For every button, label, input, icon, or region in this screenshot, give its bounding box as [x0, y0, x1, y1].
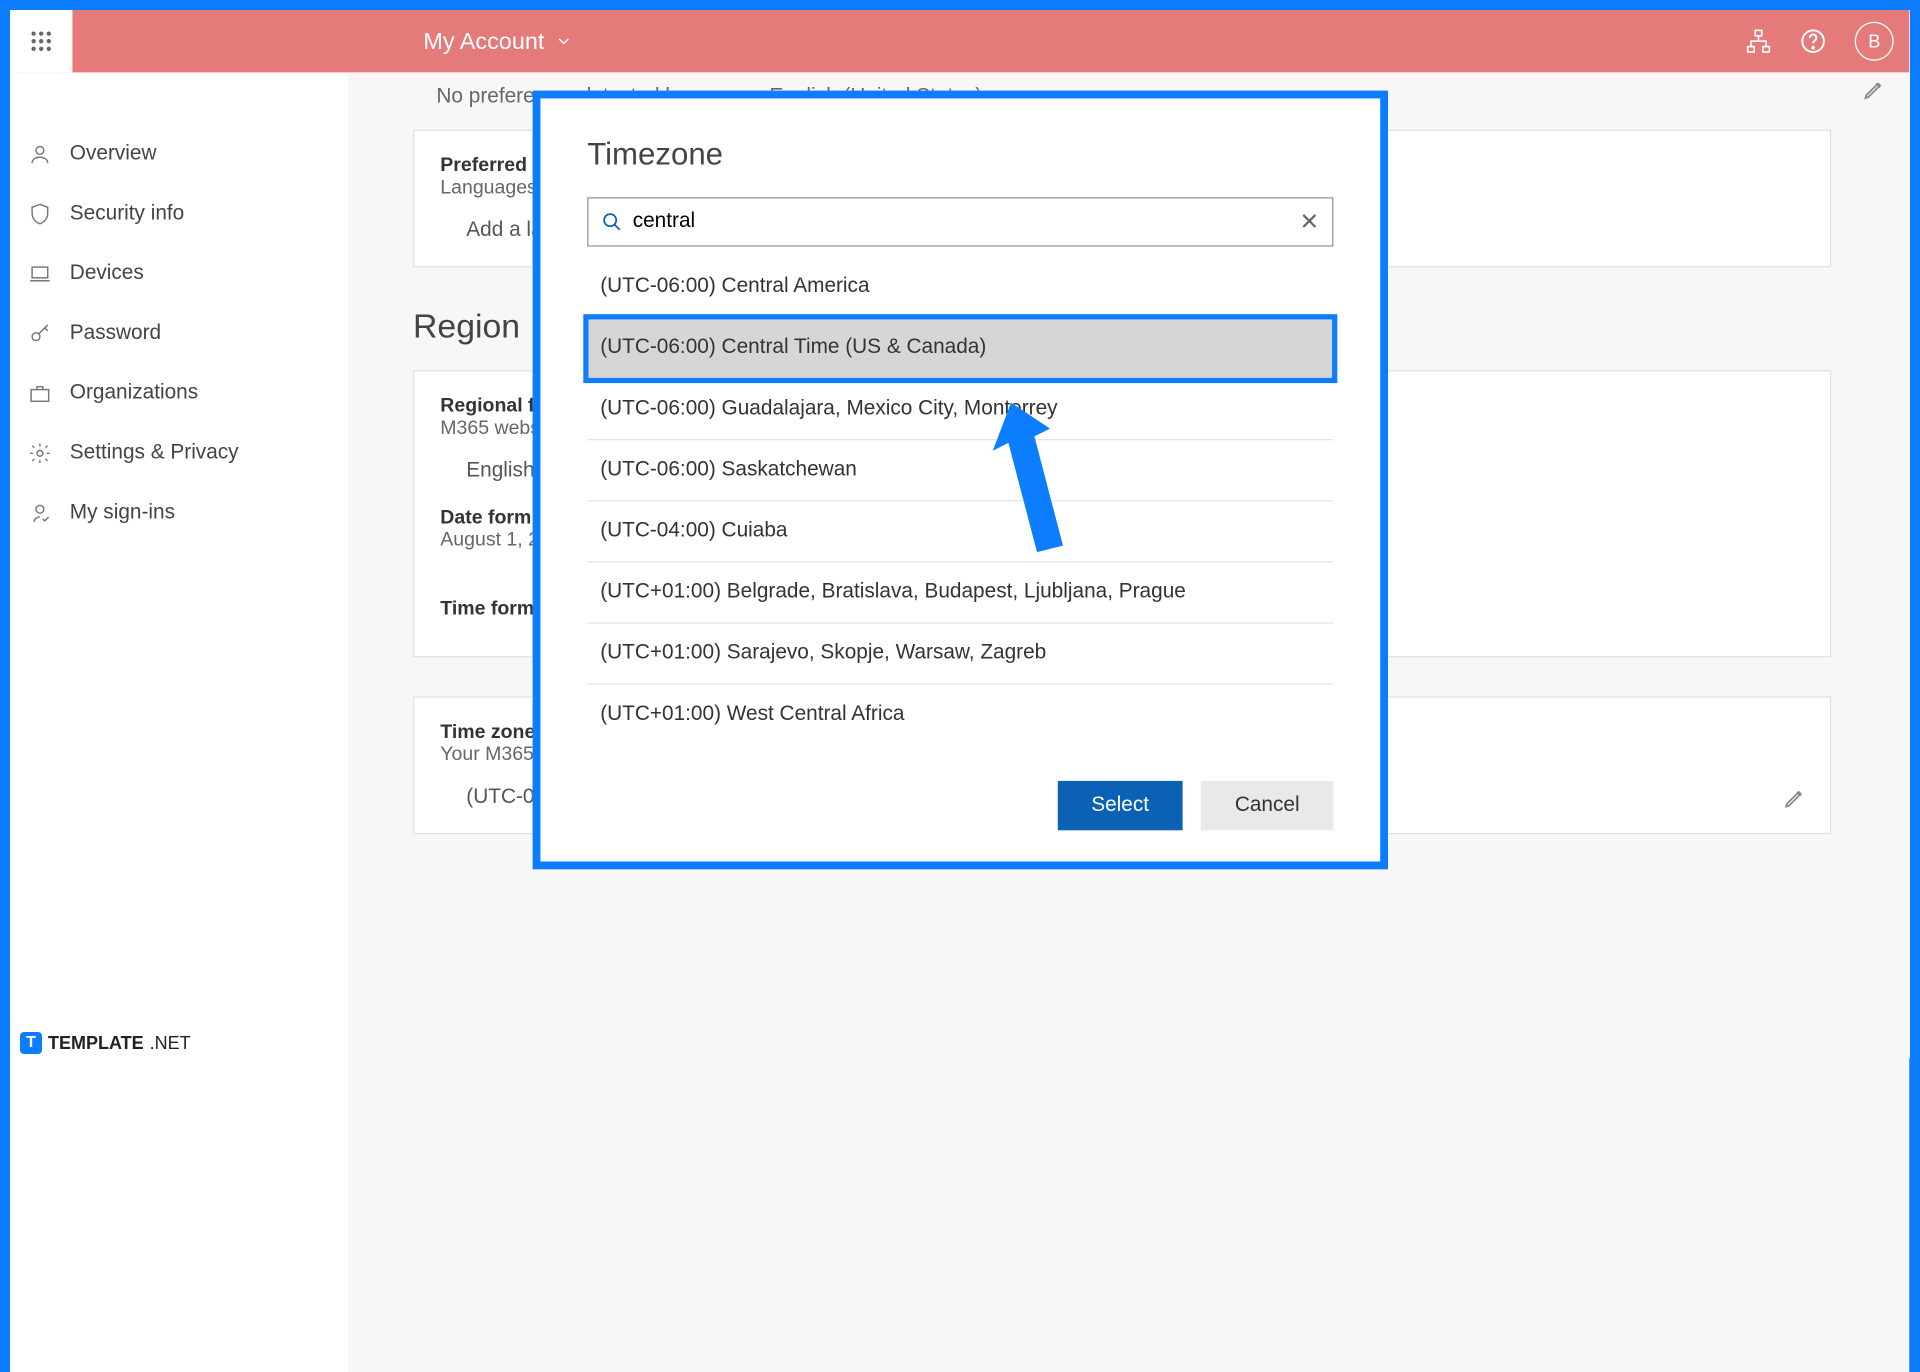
timezone-option[interactable]: (UTC-06:00) Central America [587, 257, 1333, 318]
breadcrumb[interactable]: My Account [423, 28, 573, 55]
page-title: My Account [423, 28, 544, 55]
cancel-button[interactable]: Cancel [1201, 781, 1333, 830]
timezone-option[interactable]: (UTC-06:00) Guadalajara, Mexico City, Mo… [587, 379, 1333, 440]
select-button[interactable]: Select [1057, 781, 1182, 830]
top-bar: My Account B [10, 10, 1909, 72]
timezone-option-selected[interactable]: (UTC-06:00) Central Time (US & Canada) [587, 318, 1333, 379]
search-input[interactable] [622, 210, 1299, 233]
timezone-dialog: Timezone ✕ (UTC-06:00) Central America (… [533, 91, 1388, 870]
clear-search-icon[interactable]: ✕ [1299, 208, 1319, 235]
timezone-option[interactable]: (UTC-06:00) Saskatchewan [587, 440, 1333, 501]
watermark-icon: T [20, 1032, 42, 1054]
sidebar-item-settings[interactable]: Settings & Privacy [10, 423, 348, 483]
timezone-list: (UTC-06:00) Central America (UTC-06:00) … [587, 257, 1333, 745]
sidebar-item-password[interactable]: Password [10, 304, 348, 364]
timezone-option[interactable]: (UTC+01:00) West Central Africa [587, 685, 1333, 745]
sidebar-item-security[interactable]: Security info [10, 184, 348, 244]
sidebar-item-devices[interactable]: Devices [10, 244, 348, 304]
sidebar: Overview Security info Devices Password … [10, 72, 348, 1372]
avatar[interactable]: B [1855, 22, 1894, 61]
app-launcher-icon[interactable] [10, 10, 72, 72]
timezone-option[interactable]: (UTC+01:00) Sarajevo, Skopje, Warsaw, Za… [587, 624, 1333, 685]
key-icon [28, 322, 51, 345]
edit-icon[interactable] [1783, 786, 1806, 809]
person-icon [28, 143, 51, 166]
search-box[interactable]: ✕ [587, 197, 1333, 246]
timezone-option[interactable]: (UTC+01:00) Belgrade, Bratislava, Budape… [587, 563, 1333, 624]
sitemap-icon[interactable] [1746, 28, 1772, 54]
laptop-icon [28, 262, 51, 285]
shield-icon [28, 202, 51, 225]
sidebar-item-overview[interactable]: Overview [10, 124, 348, 184]
help-icon[interactable] [1800, 28, 1826, 54]
sidebar-item-organizations[interactable]: Organizations [10, 364, 348, 424]
timezone-option[interactable]: (UTC-04:00) Cuiaba [587, 501, 1333, 562]
sidebar-item-signins[interactable]: My sign-ins [10, 483, 348, 543]
watermark: T TEMPLATE.NET [20, 1032, 191, 1054]
briefcase-icon [28, 382, 51, 405]
chevron-down-icon [555, 32, 573, 50]
signin-icon [28, 501, 51, 524]
dialog-title: Timezone [587, 137, 1333, 173]
gear-icon [28, 442, 51, 465]
search-icon [602, 212, 623, 233]
edit-icon[interactable] [1863, 78, 1886, 101]
